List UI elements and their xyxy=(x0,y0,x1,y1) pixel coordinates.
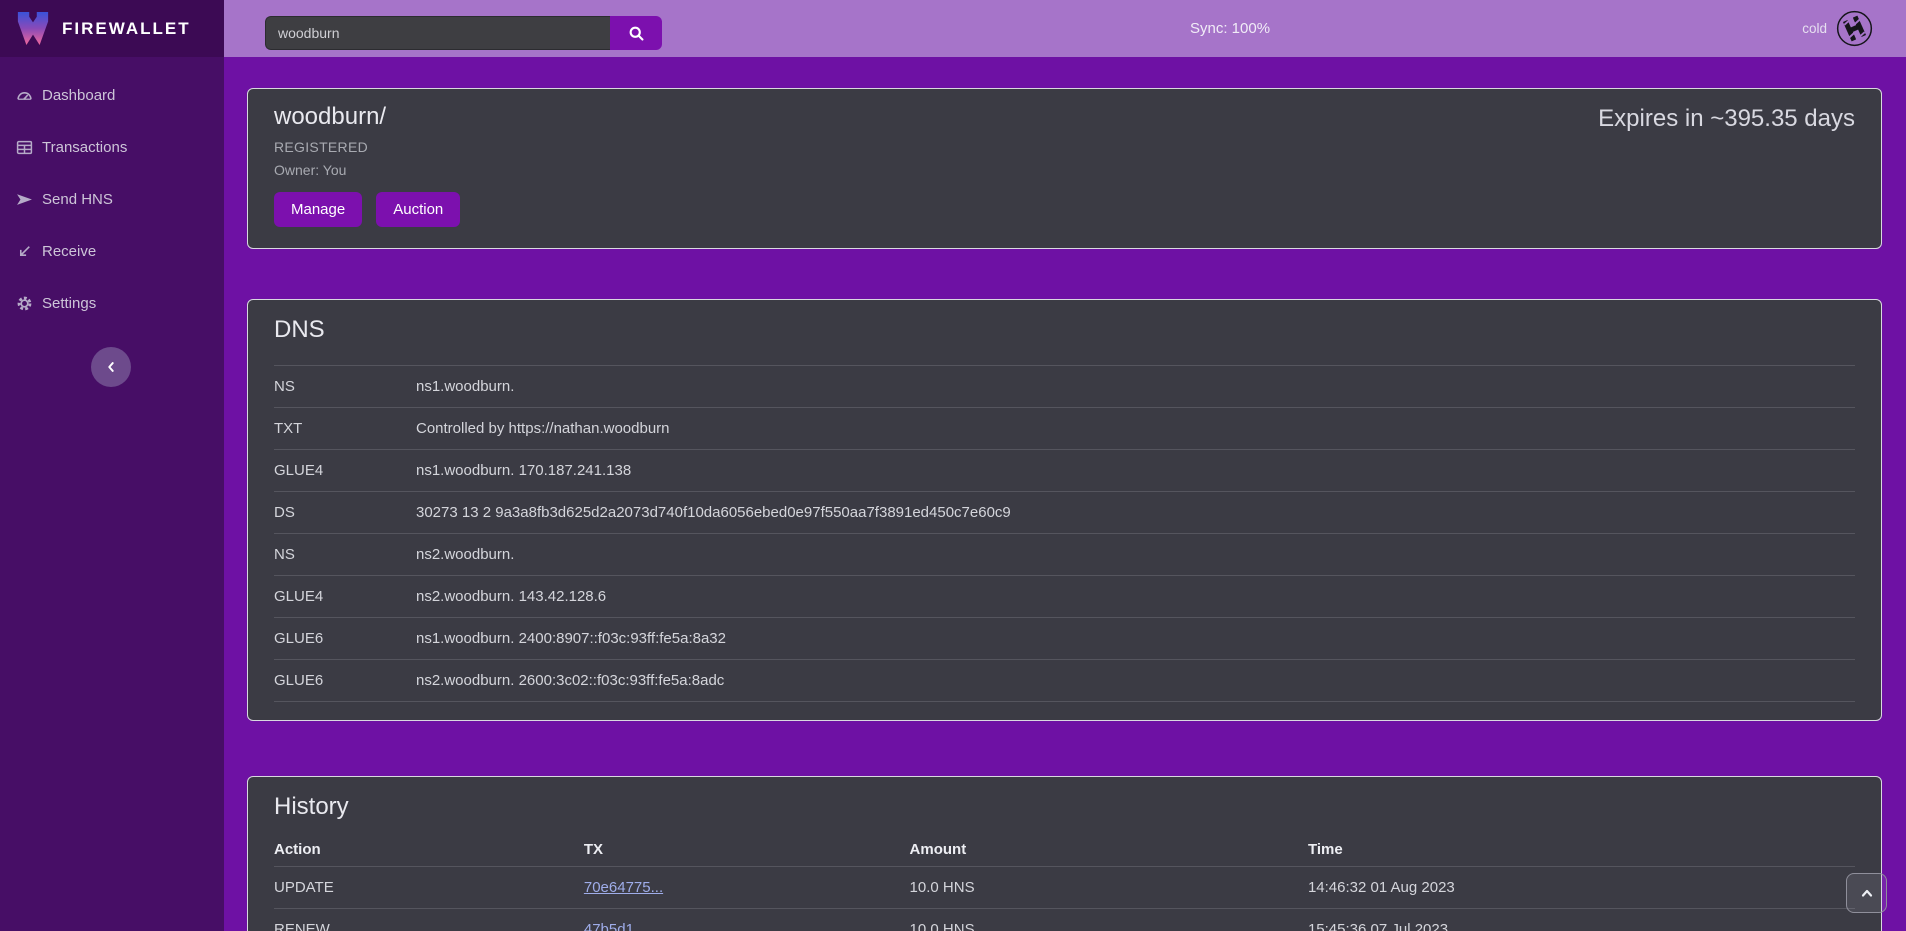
tx-link[interactable]: 47b5d1... xyxy=(584,921,647,931)
dns-record-row: DS 30273 13 2 9a3a8fb3d625d2a2073d740f10… xyxy=(274,491,1855,533)
history-amount: 10.0 HNS xyxy=(910,867,1308,909)
dns-record-value: Controlled by https://nathan.woodburn xyxy=(416,420,1855,437)
table-icon xyxy=(16,139,33,156)
wallet-name: cold xyxy=(1802,21,1827,36)
history-time: 14:46:32 01 Aug 2023 xyxy=(1308,867,1855,909)
dns-record-row: GLUE4 ns2.woodburn. 143.42.128.6 xyxy=(274,575,1855,617)
dns-record-value: ns2.woodburn. 2600:3c02::f03c:93ff:fe5a:… xyxy=(416,672,1855,689)
handshake-logo-icon xyxy=(1836,10,1873,47)
manage-button[interactable]: Manage xyxy=(274,192,362,227)
scroll-to-top-button[interactable] xyxy=(1846,873,1887,913)
dns-record-type: GLUE6 xyxy=(274,672,416,689)
collapse-sidebar-button[interactable] xyxy=(91,347,131,387)
dns-record-value: ns1.woodburn. 170.187.241.138 xyxy=(416,462,1855,479)
dns-record-value: ns2.woodburn. xyxy=(416,546,1855,563)
sync-status: Sync: 100% xyxy=(1190,20,1270,37)
receive-arrow-icon xyxy=(16,243,33,260)
history-card: History Action TX Amount Time xyxy=(247,776,1882,931)
sidebar: FIREWALLET Dashboard Transactions xyxy=(0,0,224,931)
sidebar-item-receive[interactable]: Receive xyxy=(0,225,224,277)
main-content: woodburn/ Expires in ~395.35 days REGIST… xyxy=(224,57,1906,931)
chevron-left-icon xyxy=(104,360,118,374)
dns-record-type: TXT xyxy=(274,420,416,437)
domain-card: woodburn/ Expires in ~395.35 days REGIST… xyxy=(247,88,1882,249)
dns-record-row: GLUE6 ns1.woodburn. 2400:8907::f03c:93ff… xyxy=(274,617,1855,659)
chevron-up-icon xyxy=(1859,885,1875,901)
search-group xyxy=(265,16,662,50)
tx-link[interactable]: 70e64775... xyxy=(584,879,663,896)
dns-record-value: ns1.woodburn. 2400:8907::f03c:93ff:fe5a:… xyxy=(416,630,1855,647)
domain-status: REGISTERED xyxy=(274,139,1855,155)
sidebar-item-dashboard[interactable]: Dashboard xyxy=(0,69,224,121)
dns-record-value: 30273 13 2 9a3a8fb3d625d2a2073d740f10da6… xyxy=(416,504,1855,521)
search-icon xyxy=(628,25,645,42)
dns-record-row: NS ns2.woodburn. xyxy=(274,533,1855,575)
history-row: UPDATE 70e64775... 10.0 HNS 14:46:32 01 … xyxy=(274,867,1855,909)
sidebar-item-settings[interactable]: Settings xyxy=(0,277,224,329)
dns-title: DNS xyxy=(274,316,1855,344)
history-column-header: Time xyxy=(1308,833,1855,867)
dns-record-row: GLUE4 ns1.woodburn. 170.187.241.138 xyxy=(274,449,1855,491)
gauge-icon xyxy=(16,87,33,104)
dns-record-type: DS xyxy=(274,504,416,521)
history-header-row: Action TX Amount Time xyxy=(274,833,1855,867)
domain-owner: Owner: You xyxy=(274,162,1855,178)
search-input[interactable] xyxy=(265,16,610,50)
search-button[interactable] xyxy=(610,16,662,50)
firewallet-logo-icon xyxy=(16,10,50,48)
auction-button[interactable]: Auction xyxy=(376,192,460,227)
dns-record-value: ns2.woodburn. 143.42.128.6 xyxy=(416,588,1855,605)
sidebar-nav: Dashboard Transactions Send HNS Receive xyxy=(0,57,224,329)
dns-record-row: GLUE6 ns2.woodburn. 2600:3c02::f03c:93ff… xyxy=(274,659,1855,701)
sidebar-item-send-hns[interactable]: Send HNS xyxy=(0,173,224,225)
dns-record-row: NS ns1.woodburn. xyxy=(274,365,1855,407)
history-amount: 10.0 HNS xyxy=(910,909,1308,931)
sidebar-item-label: Receive xyxy=(42,243,96,260)
wallet-status: cold xyxy=(1802,0,1873,57)
sidebar-item-transactions[interactable]: Transactions xyxy=(0,121,224,173)
history-column-header: TX xyxy=(584,833,910,867)
dns-record-type: GLUE4 xyxy=(274,588,416,605)
dns-record-type: NS xyxy=(274,378,416,395)
app-title: FIREWALLET xyxy=(62,19,191,39)
history-column-header: Amount xyxy=(910,833,1308,867)
sidebar-item-label: Send HNS xyxy=(42,191,113,208)
history-column-header: Action xyxy=(274,833,584,867)
domain-expiry: Expires in ~395.35 days xyxy=(1598,105,1855,133)
history-time: 15:45:36 07 Jul 2023 xyxy=(1308,909,1855,931)
dns-record-type: NS xyxy=(274,546,416,563)
dns-record-value: ns1.woodburn. xyxy=(416,378,1855,395)
dns-record-row: TXT Controlled by https://nathan.woodbur… xyxy=(274,407,1855,449)
history-rows: UPDATE 70e64775... 10.0 HNS 14:46:32 01 … xyxy=(274,867,1855,931)
sidebar-item-label: Dashboard xyxy=(42,87,115,104)
sidebar-item-label: Settings xyxy=(42,295,96,312)
app-logo-area: FIREWALLET xyxy=(0,0,224,57)
topbar: Sync: 100% cold xyxy=(224,0,1906,57)
history-row: RENEW 47b5d1... 10.0 HNS 15:45:36 07 Jul… xyxy=(274,909,1855,931)
dns-card: DNS NS ns1.woodburn. TXT Controlled by h… xyxy=(247,299,1882,721)
dns-record-type: GLUE4 xyxy=(274,462,416,479)
domain-actions: Manage Auction xyxy=(274,192,1855,227)
gear-icon xyxy=(16,295,33,312)
history-action: UPDATE xyxy=(274,867,584,909)
history-action: RENEW xyxy=(274,909,584,931)
history-table: Action TX Amount Time UPDATE 70e64775...… xyxy=(274,833,1855,931)
hns-wallet-button[interactable] xyxy=(1836,10,1873,47)
sidebar-item-label: Transactions xyxy=(42,139,127,156)
history-title: History xyxy=(274,793,1855,821)
send-icon xyxy=(16,191,33,208)
dns-records-list: NS ns1.woodburn. TXT Controlled by https… xyxy=(274,365,1855,702)
dns-record-type: GLUE6 xyxy=(274,630,416,647)
